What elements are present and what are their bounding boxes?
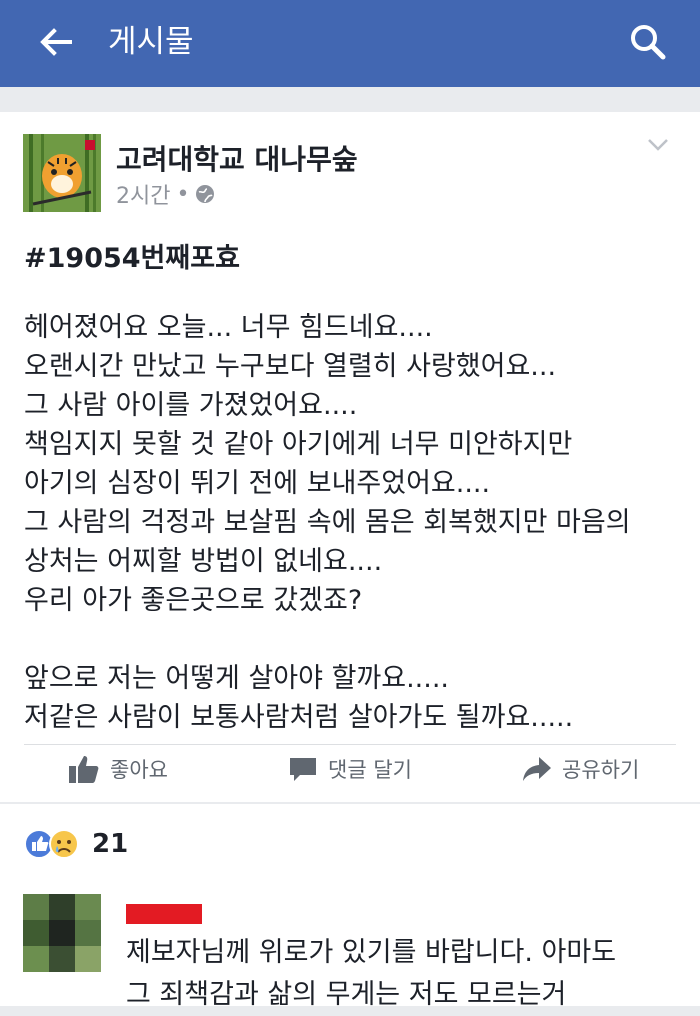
commenter-avatar[interactable] (23, 894, 101, 972)
comment-line: 제보자님께 위로가 있기를 바랍니다. 아마도 (126, 937, 617, 968)
post-actions: 좋아요 댓글 달기 공유하기 (0, 750, 700, 802)
app-bar: 게시물 (0, 0, 700, 87)
post-line: 상처는 어찌할 방법이 없네요.... (24, 546, 383, 577)
comment-icon (290, 758, 316, 781)
post-line: 그 사람 아이를 가졌었어요.... (24, 390, 358, 421)
post-line: 오랜시간 만났고 누구보다 열렬히 사랑했어요... (24, 351, 557, 382)
post-hashtag[interactable]: #19054번째포효 (24, 236, 240, 275)
post-line: 그 사람의 걱정과 보살핌 속에 몸은 회복했지만 마음의 (24, 507, 631, 538)
post-line: 아기의 심장이 뛰기 전에 보내주었어요.... (24, 468, 491, 499)
post-line: 저같은 사람이 보통사람처럼 살아가도 될까요..... (24, 702, 574, 733)
page-title: 게시물 (108, 24, 194, 60)
action-divider (24, 744, 676, 745)
post-time[interactable]: 2시간 (116, 178, 170, 210)
post-line: 책임지지 못할 것 같아 아기에게 너무 미안하지만 (24, 429, 573, 460)
share-icon (523, 757, 551, 781)
thumbs-up-icon (69, 756, 99, 783)
post-line (24, 620, 684, 659)
page-avatar[interactable] (23, 134, 101, 212)
comment-line: 그 죄책감과 삶의 무게는 저도 모르는거 (126, 979, 567, 1010)
share-label: 공유하기 (562, 758, 640, 782)
post-line: 우리 아가 좋은곳으로 갔겠죠? (24, 585, 363, 616)
meta-separator: • (176, 181, 190, 207)
post-meta: 2시간 • (116, 178, 215, 210)
redacted-commenter-name (126, 904, 202, 924)
blurred-photo-icon (23, 894, 101, 972)
page-name[interactable]: 고려대학교 대나무숲 (116, 138, 358, 178)
tiger-logo-icon (23, 134, 101, 212)
search-icon[interactable] (628, 22, 668, 62)
post-line: 헤어졌어요 오늘... 너무 힘드네요.... (24, 312, 433, 343)
sad-reaction-icon (49, 829, 79, 859)
reaction-count: 21 (92, 829, 129, 859)
comment-button[interactable]: 댓글 달기 (288, 754, 412, 784)
globe-icon (196, 185, 215, 203)
arrow-left-icon[interactable] (36, 22, 76, 62)
reactions-section: 21 제보자님께 위로가 있기를 바랍니다. 아마도 그 죄책감과 삶의 무게는… (0, 804, 700, 1010)
share-button[interactable]: 공유하기 (522, 754, 639, 784)
reaction-summary[interactable]: 21 (24, 828, 128, 860)
chevron-down-icon[interactable] (646, 136, 670, 154)
post-line: 앞으로 저는 어떻게 살아야 할까요..... (24, 663, 450, 694)
like-label: 좋아요 (110, 758, 168, 782)
post-card: 고려대학교 대나무숲 2시간 • #19054번째포효 헤어졌어요 오늘... … (0, 112, 700, 802)
comment-body: 제보자님께 위로가 있기를 바랍니다. 아마도 그 죄책감과 삶의 무게는 저도… (126, 932, 616, 1016)
post-body: 헤어졌어요 오늘... 너무 힘드네요.... 오랜시간 만났고 누구보다 열렬… (24, 308, 684, 737)
like-button[interactable]: 좋아요 (68, 754, 168, 784)
comment-label: 댓글 달기 (328, 758, 412, 782)
